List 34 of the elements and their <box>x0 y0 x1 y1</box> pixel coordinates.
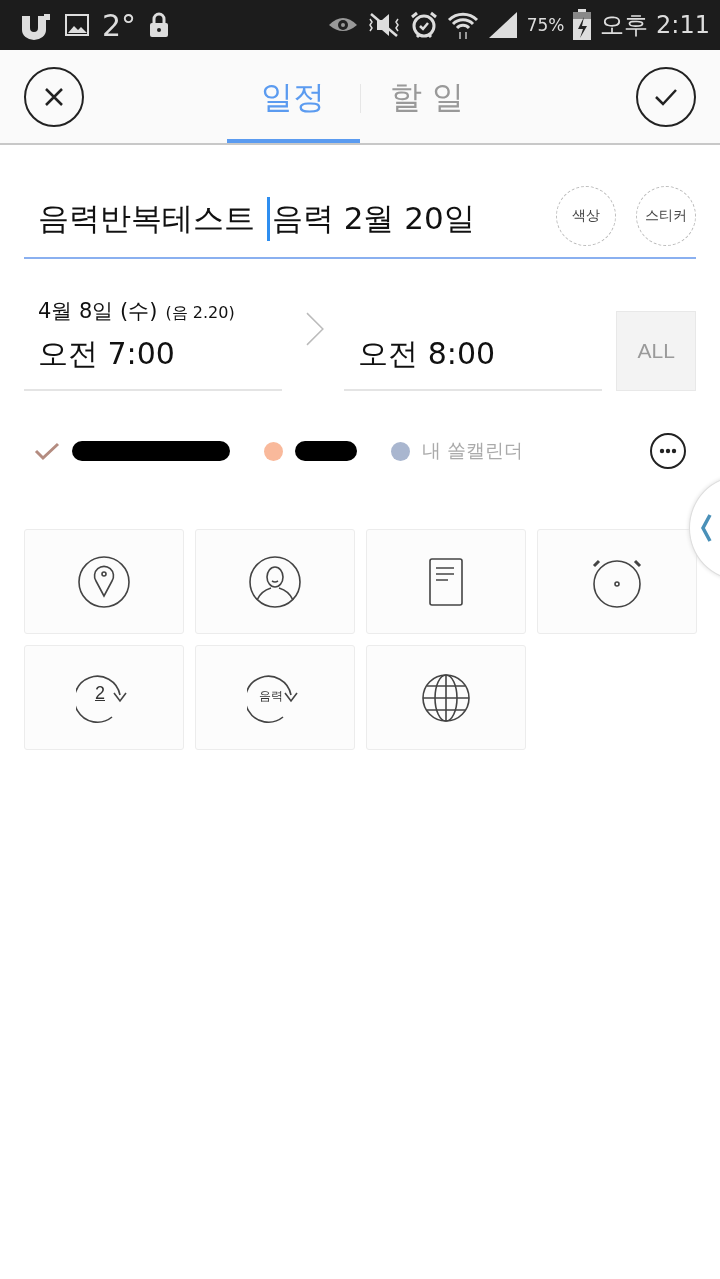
mute-icon <box>366 11 401 39</box>
repeat-label: 2 <box>94 682 106 704</box>
title-field[interactable]: 음력반복테스트 음력 2월 20일 색상 스티커 <box>24 181 696 259</box>
start-time-field[interactable]: 오전 7:00 <box>24 329 283 391</box>
option-tile[interactable]: 음력 <box>195 645 355 750</box>
option-tile[interactable] <box>24 529 184 634</box>
end-time-field[interactable]: 오전 8:00 <box>344 329 603 391</box>
title-text: 음력 2월 20일 <box>271 199 475 238</box>
battery-percentage: 75% <box>526 15 565 35</box>
option-tile[interactable] <box>366 529 526 634</box>
more-icon <box>659 448 677 454</box>
image-icon <box>64 13 90 37</box>
option-tile[interactable] <box>537 529 697 634</box>
text-cursor <box>266 197 270 241</box>
close-button[interactable] <box>24 66 84 127</box>
person-icon <box>248 554 302 609</box>
clock: 오후 2:11 <box>600 10 710 41</box>
close-icon <box>43 85 65 108</box>
lock-icon <box>148 12 171 38</box>
temperature: 2° <box>102 7 137 43</box>
option-tile[interactable] <box>366 645 526 750</box>
lunar-date: (음 2.20) <box>165 303 235 324</box>
location-pin-icon <box>77 554 131 609</box>
option-tile[interactable] <box>195 529 355 634</box>
confirm-button[interactable] <box>636 66 696 127</box>
date-label: 4월 8일 (수) <box>38 298 158 325</box>
battery-icon <box>572 9 593 41</box>
option-tile[interactable]: 2 <box>24 645 184 750</box>
wifi-icon <box>446 10 479 40</box>
title-text: 음력반복테스트 <box>38 199 256 238</box>
repeat-label: 음력 <box>258 687 284 705</box>
chevron-left-icon <box>700 513 712 543</box>
alarm-icon <box>408 10 439 40</box>
more-button[interactable] <box>650 433 686 469</box>
